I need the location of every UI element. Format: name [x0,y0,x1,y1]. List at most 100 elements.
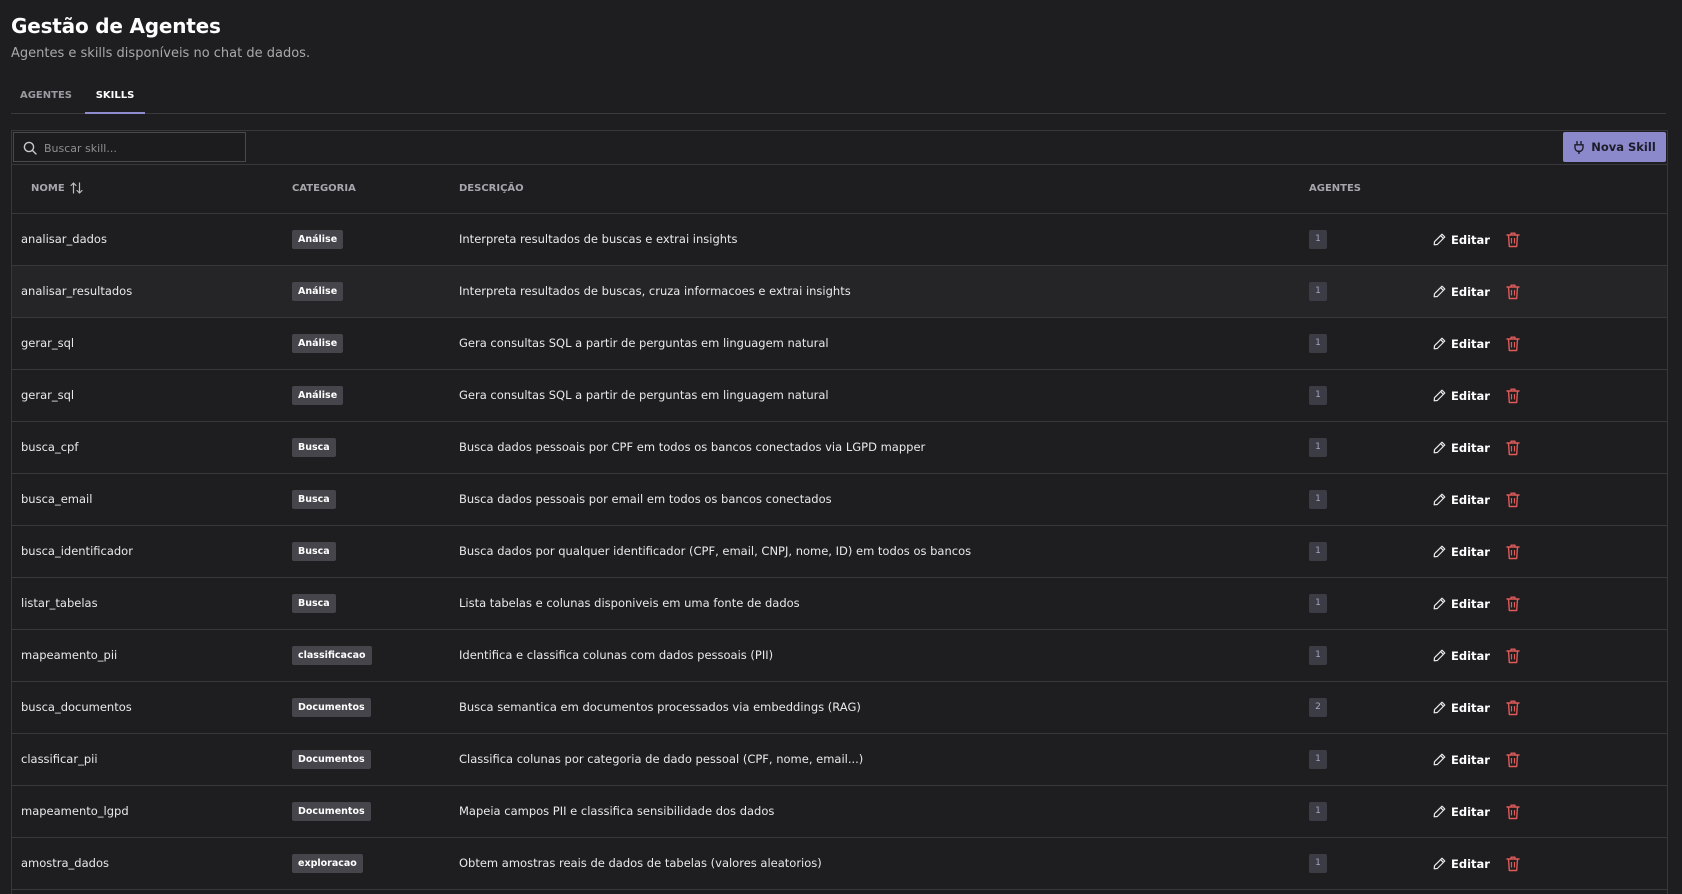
sort-icon[interactable] [70,182,83,194]
table-header: NOME CATEGORIA DESCRIÇÃO AGENTES [12,165,1667,214]
agents-count-badge: 1 [1309,282,1327,301]
category-badge: Busca [292,438,336,457]
skill-description: Busca dados pessoais por email em todos … [459,492,832,506]
table-row: busca_email Busca Busca dados pessoais por… [12,474,1667,526]
pencil-icon [1433,857,1446,870]
plug-icon [1574,140,1584,154]
trash-icon[interactable] [1505,387,1521,404]
edit-button[interactable]: Editar [1433,266,1490,317]
trash-icon[interactable] [1505,855,1521,872]
edit-button[interactable]: Editar [1433,734,1490,785]
skill-name: analisar_dados [21,232,107,246]
agents-count-badge: 1 [1309,854,1327,873]
new-skill-button[interactable]: Nova Skill [1563,132,1666,162]
skill-description: Busca dados por qualquer identificador (… [459,544,972,558]
column-header-categoria: CATEGORIA [292,183,356,194]
pencil-icon [1433,389,1446,402]
search-box[interactable] [13,132,246,162]
tab-agentes[interactable]: AGENTES [11,82,81,112]
edit-button[interactable]: Editar [1433,214,1490,265]
page-title: Gestão de Agentes [11,14,221,38]
edit-button[interactable]: Editar [1433,370,1490,421]
trash-icon[interactable] [1505,283,1521,300]
skill-name: busca_cpf [21,440,79,454]
pencil-icon [1433,597,1446,610]
agents-count-badge: 2 [1309,698,1327,717]
edit-label: Editar [1451,752,1490,767]
pencil-icon [1433,285,1446,298]
trash-icon[interactable] [1505,439,1521,456]
category-badge: Análise [292,282,344,301]
edit-label: Editar [1451,648,1490,663]
trash-icon[interactable] [1505,231,1521,248]
skills-panel: Nova Skill NOME CATEGORIA DESCRIÇÃO AGEN… [11,130,1668,894]
agents-count-badge: 1 [1309,594,1327,613]
pencil-icon [1433,337,1446,350]
pencil-icon [1433,441,1446,454]
category-badge: Busca [292,594,336,613]
skill-name: analisar_resultados [21,284,133,298]
category-badge: Documentos [292,802,371,821]
category-badge: classificacao [292,646,372,665]
category-badge: Análise [292,386,344,405]
edit-button[interactable]: Editar [1433,526,1490,577]
edit-label: Editar [1451,232,1490,247]
edit-button[interactable]: Editar [1433,682,1490,733]
edit-button[interactable]: Editar [1433,838,1490,889]
skill-description: Gera consultas SQL a partir de perguntas… [459,388,829,402]
skill-description: Classifica colunas por categoria de dado… [459,752,864,766]
search-input[interactable] [42,138,241,159]
edit-button[interactable]: Editar [1433,422,1490,473]
trash-icon[interactable] [1505,491,1521,508]
pencil-icon [1433,753,1446,766]
column-header-nome[interactable]: NOME [31,165,83,213]
edit-label: Editar [1451,700,1490,715]
table-row: busca_cpf Busca Busca dados pessoais por C… [12,422,1667,474]
agents-count-badge: 1 [1309,438,1327,457]
edit-label: Editar [1451,388,1490,403]
trash-icon[interactable] [1505,647,1521,664]
skill-name: mapeamento_pii [21,648,118,662]
edit-label: Editar [1451,492,1490,507]
agents-count-badge: 1 [1309,802,1327,821]
skill-description: Busca semantica em documentos processado… [459,700,861,714]
table-row: gerar_sql Análise Gera consultas SQL a par… [12,318,1667,370]
edit-label: Editar [1451,856,1490,871]
table-row: classificar_pii Documentos Classifica colu… [12,734,1667,786]
edit-button[interactable]: Editar [1433,318,1490,369]
trash-icon[interactable] [1505,751,1521,768]
skills-page: Gestão de Agentes Agentes e skills dispo… [0,0,1682,894]
edit-button[interactable]: Editar [1433,630,1490,681]
edit-button[interactable]: Editar [1433,578,1490,629]
skill-name: busca_email [21,492,93,506]
skill-description: Identifica e classifica colunas com dado… [459,648,774,662]
pencil-icon [1433,233,1446,246]
trash-icon[interactable] [1505,595,1521,612]
table-row: analisar_resultados Análise Interpreta res… [12,266,1667,318]
table-body: analisar_dados Análise Interpreta resultad… [12,214,1667,890]
trash-icon[interactable] [1505,699,1521,716]
edit-label: Editar [1451,440,1490,455]
edit-label: Editar [1451,336,1490,351]
trash-icon[interactable] [1505,335,1521,352]
edit-button[interactable]: Editar [1433,474,1490,525]
toolbar: Nova Skill [12,131,1667,165]
table-row: busca_identificador Busca Busca dados por … [12,526,1667,578]
page-subtitle: Agentes e skills disponíveis no chat de … [11,46,311,61]
tab-skills[interactable]: SKILLS [85,82,145,114]
category-badge: Análise [292,334,344,353]
trash-icon[interactable] [1505,543,1521,560]
table-row: listar_tabelas Busca Lista tabelas e colun… [12,578,1667,630]
skill-description: Busca dados pessoais por CPF em todos os… [459,440,926,454]
pencil-icon [1433,701,1446,714]
trash-icon[interactable] [1505,803,1521,820]
edit-button[interactable]: Editar [1433,786,1490,837]
table-row: mapeamento_lgpd Documentos Mapeia campos P… [12,786,1667,838]
column-header-agentes: AGENTES [1309,183,1362,194]
table-row: mapeamento_pii classificacao Identifica e … [12,630,1667,682]
agents-count-badge: 1 [1309,230,1327,249]
tab-bar: AGENTES SKILLS [11,82,1666,114]
category-badge: Documentos [292,750,371,769]
table-row: amostra_dados exploracao Obtem amostras re… [12,838,1667,890]
pencil-icon [1433,805,1446,818]
